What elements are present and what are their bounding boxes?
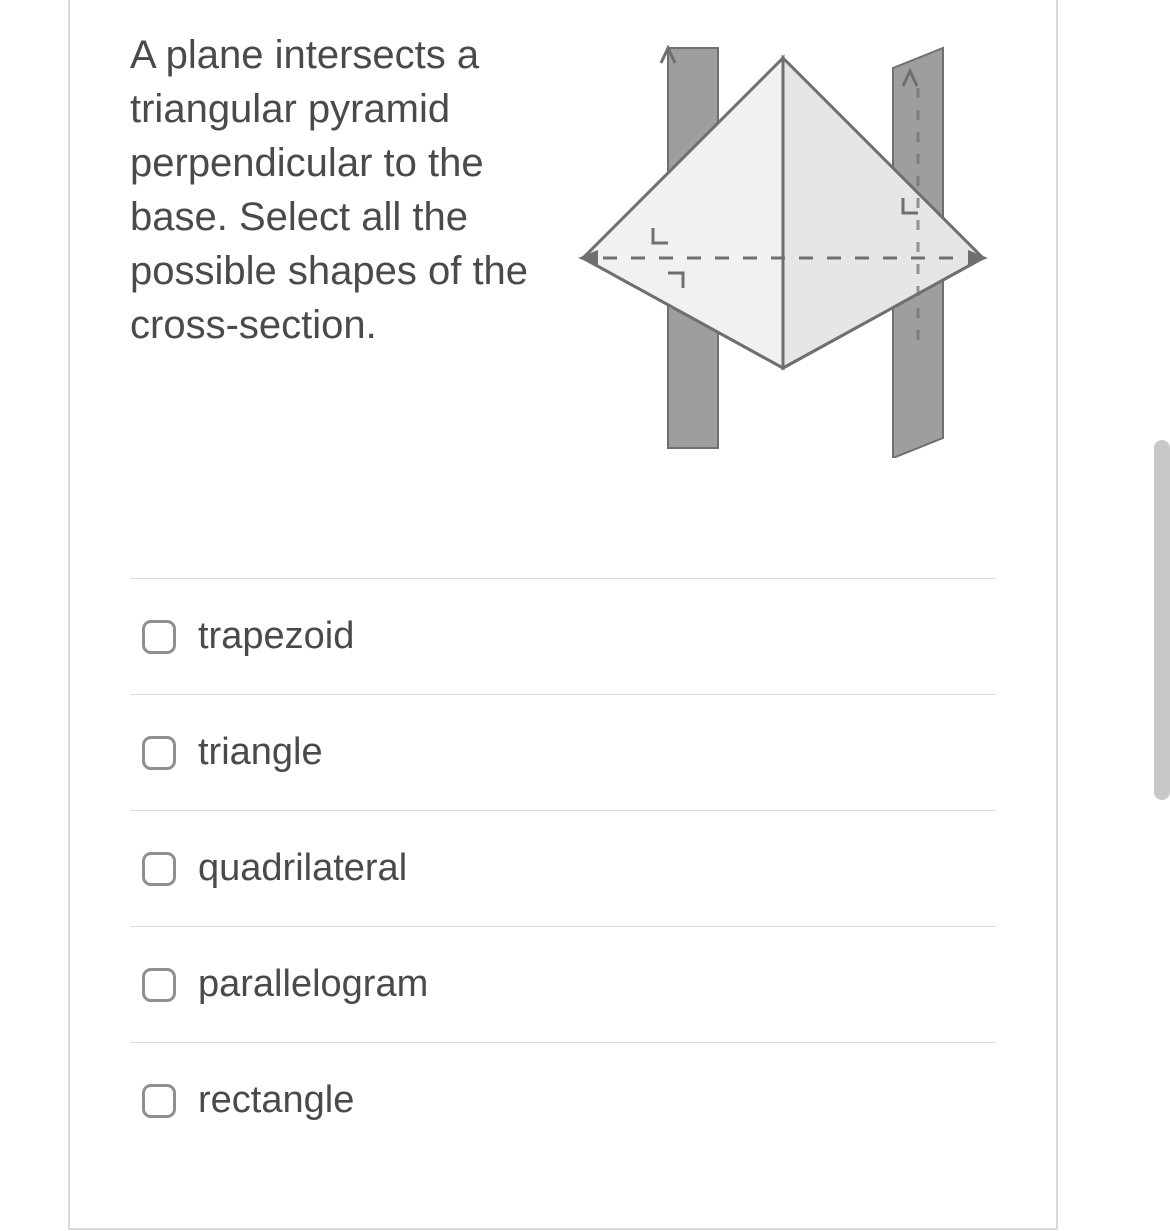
pyramid-svg (573, 28, 993, 458)
checkbox-icon[interactable] (142, 620, 176, 654)
checkbox-icon[interactable] (142, 1084, 176, 1118)
option-trapezoid[interactable]: trapezoid (130, 579, 996, 695)
option-label: quadrilateral (198, 847, 407, 890)
option-triangle[interactable]: triangle (130, 695, 996, 811)
option-quadrilateral[interactable]: quadrilateral (130, 811, 996, 927)
option-label: rectangle (198, 1079, 354, 1122)
question-text: A plane intersects a triangular pyramid … (130, 28, 540, 352)
option-rectangle[interactable]: rectangle (130, 1043, 996, 1158)
checkbox-icon[interactable] (142, 736, 176, 770)
option-parallelogram[interactable]: parallelogram (130, 927, 996, 1043)
option-label: parallelogram (198, 963, 428, 1006)
question-card: A plane intersects a triangular pyramid … (68, 0, 1058, 1230)
page: A plane intersects a triangular pyramid … (0, 0, 1170, 1231)
checkbox-icon[interactable] (142, 852, 176, 886)
figure-pyramid-cross-section (570, 28, 996, 458)
answer-options: trapezoid triangle quadrilateral paralle… (130, 578, 996, 1158)
option-label: triangle (198, 731, 323, 774)
checkbox-icon[interactable] (142, 968, 176, 1002)
option-label: trapezoid (198, 615, 354, 658)
question-top-row: A plane intersects a triangular pyramid … (130, 28, 996, 458)
scrollbar-thumb[interactable] (1154, 440, 1170, 800)
